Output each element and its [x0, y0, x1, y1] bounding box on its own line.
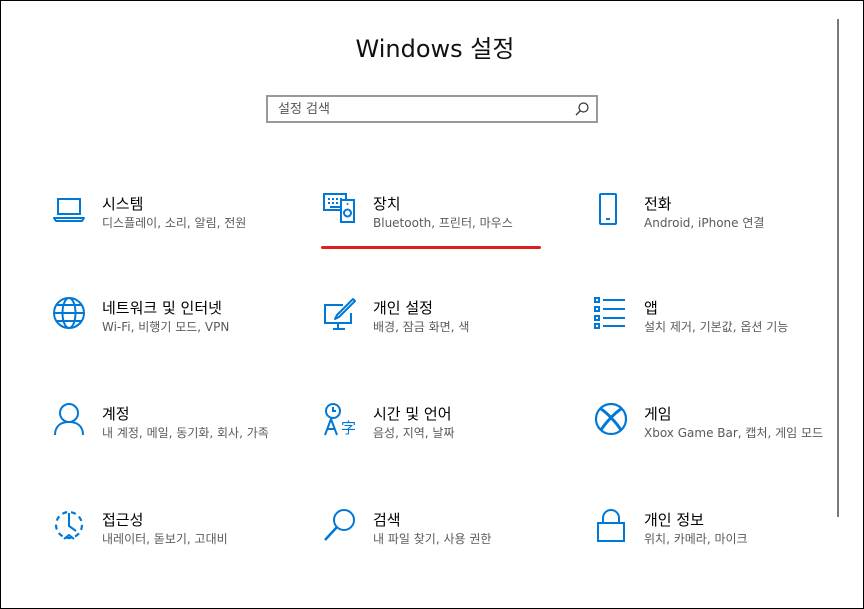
category-description: 설치 제거, 기본값, 옵션 기능 [644, 320, 789, 334]
time-language-icon: 字 [323, 403, 357, 439]
category-privacy[interactable]: 개인 정보 위치, 카메라, 마이크 [594, 509, 844, 579]
category-accounts[interactable]: 계정 내 계정, 메일, 동기화, 회사, 가족 [52, 403, 302, 473]
category-time-language[interactable]: 字 시간 및 언어 음성, 지역, 날짜 [323, 403, 573, 473]
search-input[interactable] [278, 100, 568, 118]
category-personalization[interactable]: 개인 설정 배경, 잠금 화면, 색 [323, 297, 573, 367]
category-description: 디스플레이, 소리, 알림, 전원 [102, 216, 247, 230]
category-description: Android, iPhone 연결 [644, 216, 765, 230]
search-box[interactable] [266, 95, 598, 123]
lock-icon [594, 509, 628, 545]
personalization-icon [323, 297, 357, 333]
category-devices[interactable]: 장치 Bluetooth, 프린터, 마우스 [323, 193, 573, 263]
category-label: 개인 정보 [644, 511, 704, 529]
category-label: 개인 설정 [373, 299, 433, 317]
category-description: 음성, 지역, 날짜 [373, 426, 455, 440]
globe-icon [52, 297, 86, 333]
category-description: 배경, 잠금 화면, 색 [373, 320, 470, 334]
category-apps[interactable]: 앱 설치 제거, 기본값, 옵션 기능 [594, 297, 844, 367]
page-title: Windows 설정 [355, 35, 515, 63]
category-label: 시간 및 언어 [373, 405, 452, 423]
svg-text:字: 字 [341, 419, 356, 437]
highlight-underline [321, 246, 541, 249]
category-description: 내 계정, 메일, 동기화, 회사, 가족 [102, 426, 269, 440]
category-description: 위치, 카메라, 마이크 [644, 532, 748, 546]
search-category-icon [323, 509, 357, 545]
accessibility-icon [52, 509, 86, 545]
laptop-icon [52, 193, 86, 229]
category-label: 계정 [102, 405, 130, 423]
person-icon [52, 403, 86, 439]
category-description: Xbox Game Bar, 캡처, 게임 모드 [644, 426, 824, 440]
devices-icon [323, 193, 357, 229]
settings-window: Windows 설정 시스템 디스플레이, 소리, 알림, 전원 장 [0, 0, 864, 609]
xbox-icon [594, 402, 628, 439]
category-accessibility[interactable]: 접근성 내레이터, 돋보기, 고대비 [52, 509, 302, 579]
category-gaming[interactable]: 게임 Xbox Game Bar, 캡처, 게임 모드 [594, 402, 844, 473]
phone-icon [594, 193, 628, 229]
category-label: 게임 [644, 405, 672, 423]
category-label: 시스템 [102, 195, 144, 213]
category-system[interactable]: 시스템 디스플레이, 소리, 알림, 전원 [52, 193, 302, 263]
category-label: 장치 [373, 195, 401, 213]
category-network[interactable]: 네트워크 및 인터넷 Wi-Fi, 비행기 모드, VPN [52, 297, 302, 367]
category-label: 전화 [644, 195, 672, 213]
category-label: 네트워크 및 인터넷 [102, 299, 222, 317]
category-phone[interactable]: 전화 Android, iPhone 연결 [594, 193, 844, 263]
category-search[interactable]: 검색 내 파일 찾기, 사용 권한 [323, 509, 573, 579]
category-label: 검색 [373, 511, 401, 529]
search-icon[interactable] [574, 101, 590, 117]
category-description: 내 파일 찾기, 사용 권한 [373, 532, 492, 546]
apps-icon [594, 297, 628, 333]
category-description: Wi-Fi, 비행기 모드, VPN [102, 320, 230, 334]
scrollbar[interactable] [837, 19, 839, 517]
category-description: 내레이터, 돋보기, 고대비 [102, 532, 228, 546]
category-label: 접근성 [102, 511, 144, 529]
category-label: 앱 [644, 299, 658, 317]
category-description: Bluetooth, 프린터, 마우스 [373, 216, 513, 230]
